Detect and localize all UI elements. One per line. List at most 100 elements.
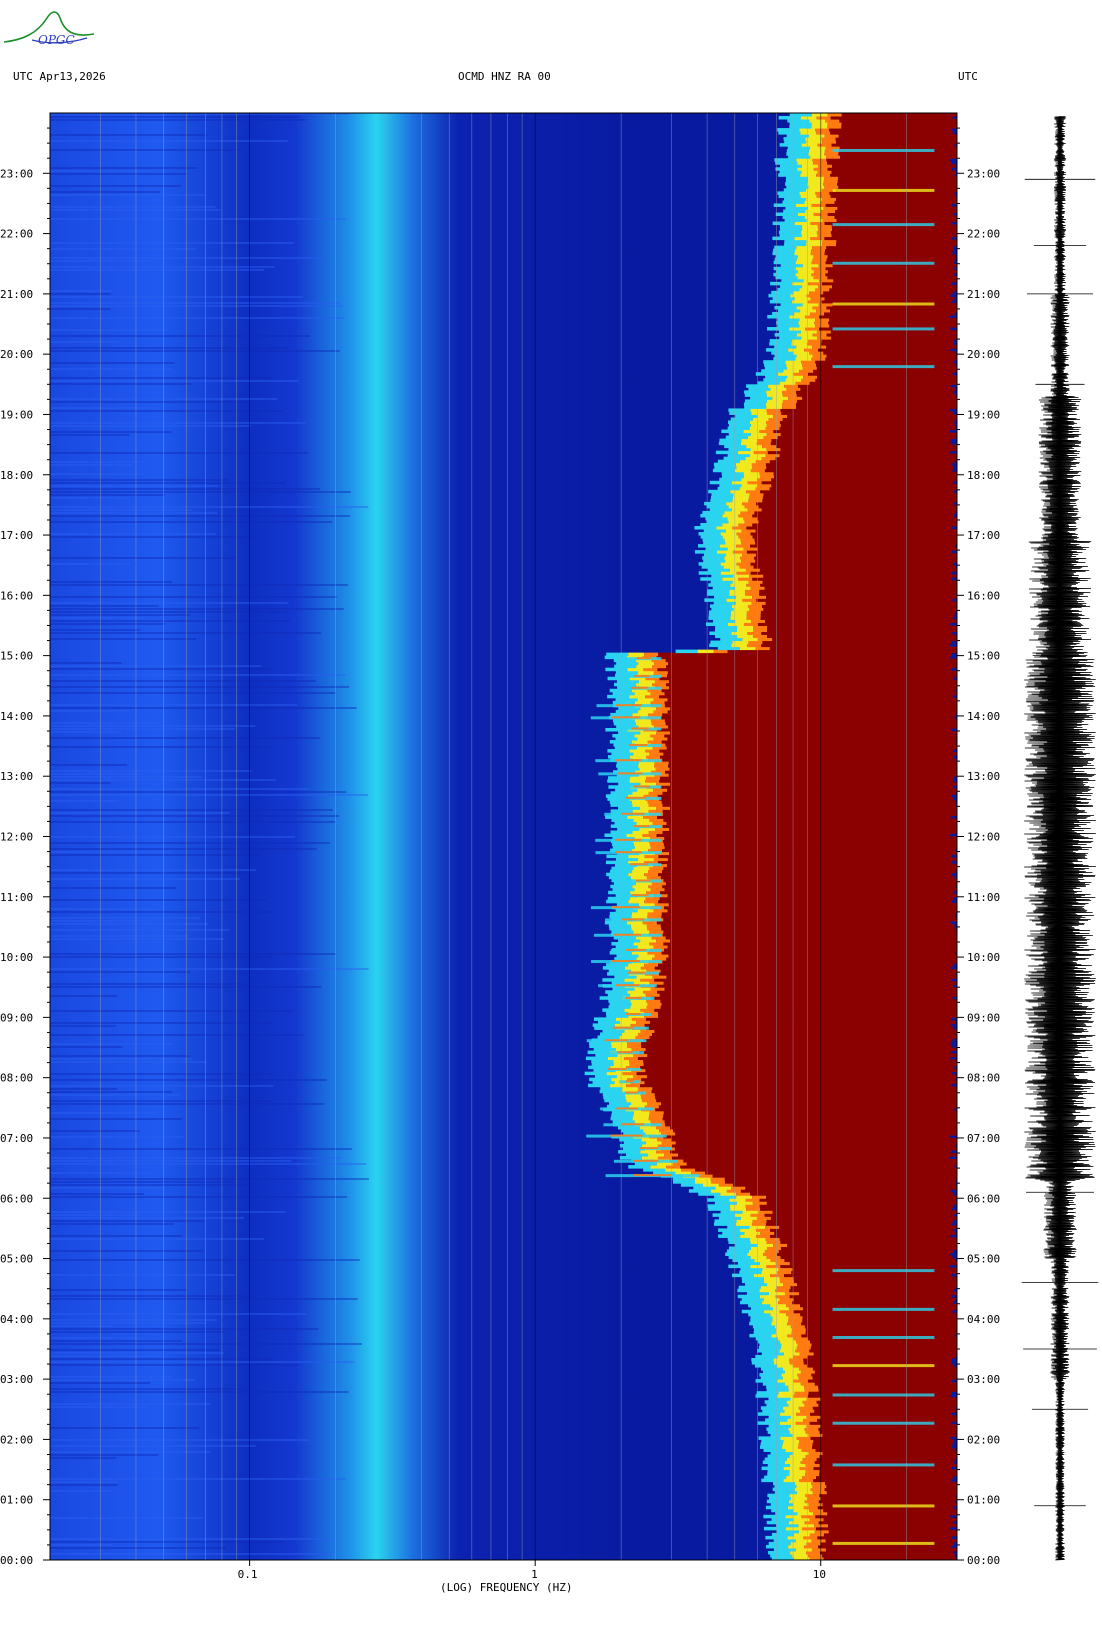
energy-orange xyxy=(749,492,764,497)
energy-max xyxy=(775,456,957,461)
energy-max xyxy=(662,712,956,717)
texture-stripe xyxy=(50,971,191,973)
energy-cyan xyxy=(739,1270,762,1275)
energy-cyan xyxy=(698,571,721,575)
energy-max xyxy=(663,1110,957,1115)
energy-cyan xyxy=(727,426,750,431)
tremor-band-core xyxy=(626,1013,641,1016)
energy-cyan xyxy=(780,227,803,232)
texture-stripe xyxy=(50,350,340,352)
energy-yellow xyxy=(795,248,812,253)
energy-orange xyxy=(645,896,660,901)
texture-stripe xyxy=(50,1388,245,1390)
texture-stripe xyxy=(50,725,256,727)
energy-yellow xyxy=(742,1210,759,1214)
energy-cyan xyxy=(730,417,753,421)
energy-cyan xyxy=(772,251,795,256)
energy-yellow xyxy=(731,631,748,636)
energy-orange xyxy=(793,372,808,376)
energy-yellow xyxy=(771,1321,788,1326)
energy-yellow xyxy=(731,643,748,648)
energy-max xyxy=(838,152,957,156)
energy-orange xyxy=(788,396,803,400)
energy-orange xyxy=(811,266,826,271)
energy-yellow xyxy=(613,1062,630,1067)
energy-yellow xyxy=(720,532,737,536)
energy-max xyxy=(770,1228,953,1232)
energy-cyan xyxy=(770,1433,793,1437)
texture-stripe xyxy=(50,923,208,925)
energy-cyan xyxy=(785,206,808,210)
energy-cyan xyxy=(761,1478,784,1483)
energy-max xyxy=(827,1511,957,1516)
energy-orange xyxy=(778,1300,793,1305)
energy-max xyxy=(668,902,957,907)
energy-yellow xyxy=(795,1481,812,1486)
energy-orange xyxy=(742,501,757,506)
energy-cyan xyxy=(753,1330,776,1335)
energy-orange xyxy=(626,1083,641,1088)
energy-cyan xyxy=(771,1532,794,1537)
energy-orange xyxy=(805,1472,820,1477)
energy-max xyxy=(756,501,954,506)
energy-max xyxy=(667,908,957,913)
energy-cyan xyxy=(748,387,771,391)
energy-max xyxy=(801,1321,957,1326)
texture-stripe xyxy=(50,1349,220,1351)
energy-max xyxy=(665,770,957,774)
energy-orange xyxy=(759,471,774,476)
energy-max xyxy=(760,489,955,494)
energy-cyan xyxy=(727,1237,750,1241)
energy-cyan xyxy=(700,535,723,539)
energy-cyan xyxy=(616,679,639,684)
energy-yellow xyxy=(795,260,812,265)
energy-max xyxy=(661,740,956,744)
night-band xyxy=(832,1504,935,1508)
energy-orange xyxy=(766,423,781,428)
x-tick-label: 1 xyxy=(531,1568,538,1581)
energy-orange xyxy=(801,1514,816,1519)
energy-max xyxy=(740,1189,951,1193)
energy-orange xyxy=(655,767,670,771)
energy-max xyxy=(762,580,957,584)
energy-yellow xyxy=(629,896,646,901)
energy-max xyxy=(770,1216,957,1220)
energy-yellow xyxy=(797,1511,814,1516)
energy-cyan xyxy=(750,1306,773,1311)
energy-max xyxy=(819,1469,957,1474)
energy-max xyxy=(640,1083,952,1088)
energy-cyan xyxy=(609,1101,632,1106)
energy-yellow xyxy=(783,1478,800,1483)
energy-yellow xyxy=(787,375,804,379)
energy-cyan xyxy=(616,764,639,768)
energy-yellow xyxy=(750,1246,767,1250)
energy-cyan xyxy=(778,330,801,334)
energy-cyan xyxy=(608,776,631,780)
energy-cyan xyxy=(728,447,751,452)
energy-orange xyxy=(758,637,773,642)
energy-max xyxy=(761,604,957,608)
energy-yellow xyxy=(633,1113,650,1118)
energy-orange xyxy=(758,1210,773,1214)
energy-yellow xyxy=(736,1201,753,1205)
energy-yellow xyxy=(789,1493,806,1498)
energy-orange xyxy=(738,522,753,527)
energy-cyan xyxy=(703,559,726,563)
texture-stripe xyxy=(50,1391,349,1393)
energy-yellow xyxy=(743,429,760,434)
energy-yellow xyxy=(799,317,816,322)
energy-cyan xyxy=(778,194,801,198)
energy-cyan xyxy=(653,1171,676,1175)
energy-orange xyxy=(757,438,772,443)
energy-cyan xyxy=(773,1538,796,1543)
energy-orange xyxy=(794,1391,809,1395)
energy-orange xyxy=(653,737,668,741)
energy-orange xyxy=(756,1228,771,1232)
energy-cyan xyxy=(746,1291,769,1296)
energy-max xyxy=(659,694,953,699)
energy-orange xyxy=(816,330,831,334)
energy-max xyxy=(759,592,957,596)
energy-yellow xyxy=(622,1086,639,1091)
energy-orange xyxy=(649,842,664,847)
energy-yellow xyxy=(796,245,813,250)
